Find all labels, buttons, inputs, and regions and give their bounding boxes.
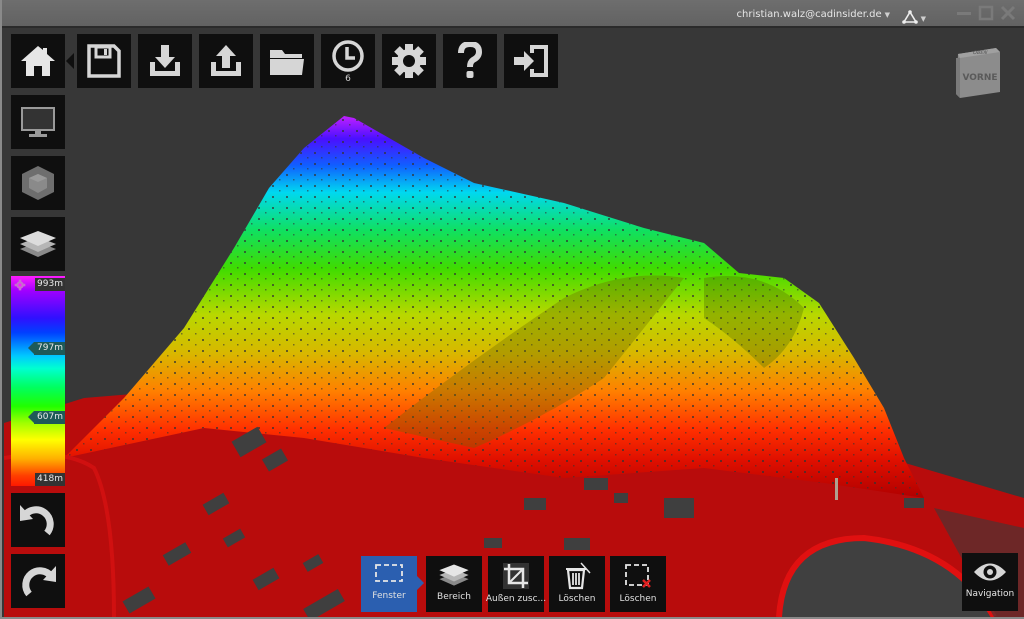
legend-min-label: 418m	[35, 473, 65, 486]
legend-settings-gear-icon[interactable]	[14, 279, 26, 291]
network-menu[interactable]: ▼	[901, 6, 926, 25]
application-window: christian.walz@cadinsider.de ▼ ▼ 6 993m …	[0, 0, 1024, 619]
trash-icon	[566, 562, 591, 590]
selection-window-label: Fenster	[372, 591, 406, 601]
legend-upper-marker[interactable]: 797m	[28, 342, 65, 355]
selection-area-label: Bereich	[437, 592, 471, 602]
home-button[interactable]	[11, 34, 65, 88]
view-cube[interactable]: OBEN VORNE	[952, 42, 1004, 102]
redo-arrow-icon	[22, 566, 56, 597]
help-button[interactable]	[443, 34, 497, 88]
3d-viewport[interactable]	[4, 28, 1024, 617]
download-tray-icon	[150, 45, 180, 76]
folder-icon	[270, 50, 304, 75]
active-tool-pointer	[417, 576, 424, 590]
legend-lower-marker[interactable]: 607m	[28, 411, 65, 424]
delete-label: Löschen	[558, 594, 596, 604]
crop-icon	[503, 563, 529, 589]
title-bar: christian.walz@cadinsider.de ▼ ▼	[2, 0, 1024, 28]
elevation-color-legend[interactable]: 993m 797m 607m 418m	[11, 276, 65, 486]
gear-icon	[392, 44, 426, 78]
view-cube-front-label: VORNE	[962, 73, 997, 83]
open-folder-button[interactable]	[260, 34, 314, 88]
export-button[interactable]	[199, 34, 253, 88]
close-icon[interactable]	[1000, 5, 1016, 21]
dashed-rectangle-icon	[375, 564, 403, 582]
user-account-menu[interactable]: christian.walz@cadinsider.de ▼	[737, 9, 890, 20]
delete-selection-label: Löschen	[619, 594, 657, 604]
import-button[interactable]	[138, 34, 192, 88]
history-count: 6	[345, 73, 351, 84]
dashed-rectangle-x-icon	[625, 564, 651, 588]
layers-icon	[20, 231, 56, 257]
sidebar-item-layers[interactable]	[11, 217, 65, 271]
legend-max-label: 993m	[35, 278, 65, 291]
person-point	[835, 478, 838, 500]
eye-icon	[974, 563, 1006, 581]
floppy-disk-icon	[87, 44, 121, 78]
crop-outside-button[interactable]: Außen zusc...	[485, 556, 547, 612]
undo-button[interactable]	[11, 493, 65, 547]
save-button[interactable]	[77, 34, 131, 88]
crop-outside-label: Außen zusc...	[485, 594, 547, 604]
minimize-icon[interactable]	[956, 5, 972, 21]
home-pointer	[66, 53, 74, 69]
network-triangle-icon	[901, 9, 918, 24]
delete-selection-button[interactable]: Löschen	[610, 556, 666, 612]
selection-window-button[interactable]: Fenster	[361, 556, 417, 612]
cube-icon	[22, 166, 54, 200]
chevron-down-icon: ▼	[920, 15, 926, 23]
layers-icon	[439, 564, 469, 586]
view-cube-top-label: OBEN	[972, 50, 988, 56]
maximize-icon[interactable]	[978, 5, 994, 21]
exit-button[interactable]	[504, 34, 558, 88]
sidebar-item-display[interactable]	[11, 95, 65, 149]
selection-area-button[interactable]: Bereich	[426, 556, 482, 612]
user-email: christian.walz@cadinsider.de	[736, 9, 882, 20]
sidebar-item-object[interactable]	[11, 156, 65, 210]
sign-out-icon	[514, 45, 548, 77]
question-mark-icon	[458, 42, 483, 78]
undo-arrow-icon	[20, 505, 54, 536]
upload-tray-icon	[211, 45, 241, 76]
chevron-down-icon: ▼	[884, 11, 890, 19]
home-icon	[21, 46, 55, 76]
delete-button[interactable]: Löschen	[549, 556, 605, 612]
clock-icon	[332, 39, 364, 72]
monitor-icon	[21, 107, 55, 137]
history-button[interactable]: 6	[321, 34, 375, 88]
navigation-label: Navigation	[965, 589, 1015, 599]
point-cloud-terrain[interactable]	[4, 28, 1024, 617]
redo-button[interactable]	[11, 554, 65, 608]
navigation-button[interactable]: Navigation	[962, 553, 1018, 611]
settings-button[interactable]	[382, 34, 436, 88]
